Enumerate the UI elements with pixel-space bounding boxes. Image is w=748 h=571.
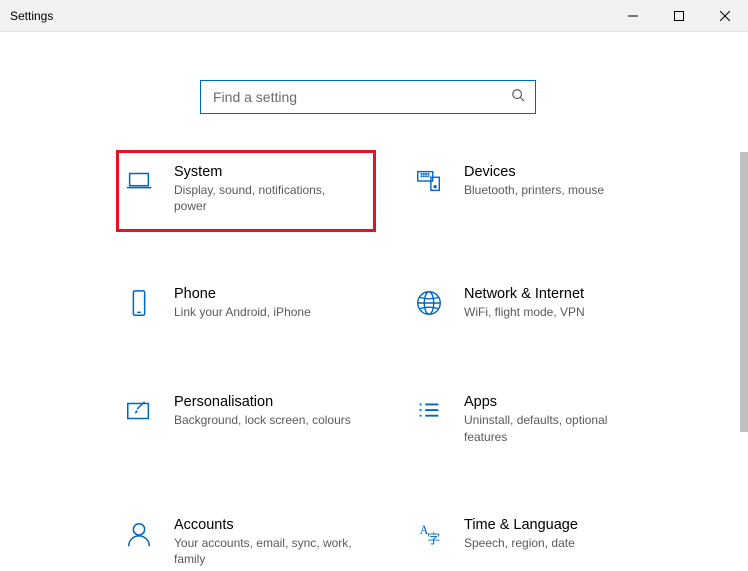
tile-desc: Background, lock screen, colours: [174, 412, 351, 428]
tile-network[interactable]: Network & Internet WiFi, flight mode, VP…: [406, 280, 666, 328]
globe-icon: [412, 288, 446, 322]
tile-devices[interactable]: Devices Bluetooth, printers, mouse: [406, 158, 666, 220]
vertical-scrollbar[interactable]: [740, 152, 748, 432]
devices-icon: [412, 166, 446, 200]
tile-title: Network & Internet: [464, 286, 585, 302]
scroll-region: System Display, sound, notifications, po…: [0, 32, 736, 571]
tile-desc: Your accounts, email, sync, work, family: [174, 535, 354, 567]
tile-apps[interactable]: Apps Uninstall, defaults, optional featu…: [406, 388, 666, 450]
tile-title: Phone: [174, 286, 311, 302]
tile-desc: WiFi, flight mode, VPN: [464, 304, 585, 320]
window-title: Settings: [10, 9, 53, 23]
tile-title: Devices: [464, 164, 604, 180]
paintbrush-icon: [122, 396, 156, 430]
window-controls: [610, 0, 748, 31]
tile-title: System: [174, 164, 354, 180]
search-input[interactable]: [211, 88, 511, 106]
phone-icon: [122, 288, 156, 322]
tile-desc: Bluetooth, printers, mouse: [464, 182, 604, 198]
tile-title: Time & Language: [464, 517, 578, 533]
tile-desc: Speech, region, date: [464, 535, 578, 551]
content-area: System Display, sound, notifications, po…: [0, 32, 748, 571]
tile-phone[interactable]: Phone Link your Android, iPhone: [116, 280, 376, 328]
close-button[interactable]: [702, 0, 748, 31]
person-icon: [122, 519, 156, 553]
language-icon: A 字: [412, 519, 446, 553]
tile-title: Personalisation: [174, 394, 351, 410]
titlebar: Settings: [0, 0, 748, 32]
tile-desc: Uninstall, defaults, optional features: [464, 412, 644, 444]
maximize-button[interactable]: [656, 0, 702, 31]
search-icon: [511, 88, 525, 107]
minimize-button[interactable]: [610, 0, 656, 31]
tile-title: Accounts: [174, 517, 354, 533]
settings-grid: System Display, sound, notifications, po…: [116, 158, 736, 571]
tile-title: Apps: [464, 394, 644, 410]
laptop-icon: [122, 166, 156, 200]
tile-time-language[interactable]: A 字 Time & Language Speech, region, date: [406, 511, 666, 571]
svg-text:字: 字: [427, 531, 440, 546]
apps-list-icon: [412, 396, 446, 430]
tile-desc: Display, sound, notifications, power: [174, 182, 354, 214]
search-wrap: [0, 32, 736, 158]
tile-personalisation[interactable]: Personalisation Background, lock screen,…: [116, 388, 376, 450]
tile-accounts[interactable]: Accounts Your accounts, email, sync, wor…: [116, 511, 376, 571]
search-box[interactable]: [200, 80, 536, 114]
tile-desc: Link your Android, iPhone: [174, 304, 311, 320]
tile-system[interactable]: System Display, sound, notifications, po…: [116, 150, 376, 232]
